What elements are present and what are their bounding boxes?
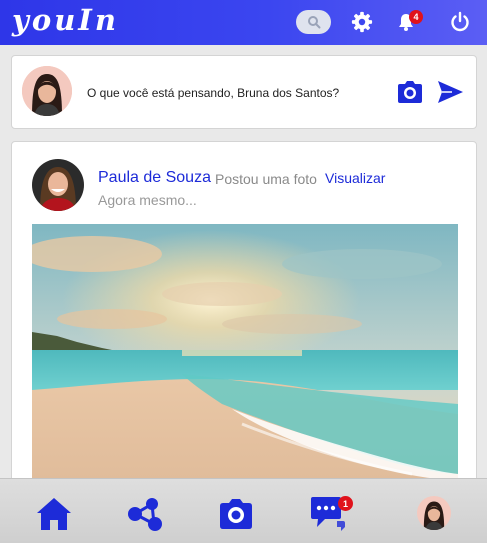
power-icon <box>451 11 469 32</box>
profile-avatar-image <box>417 496 451 530</box>
notification-badge: 4 <box>409 10 423 24</box>
search-button[interactable] <box>296 10 331 34</box>
nav-profile[interactable] <box>417 496 451 530</box>
camera-icon <box>398 81 422 103</box>
post-composer: O que você está pensando, Bruna dos Sant… <box>11 55 477 129</box>
nav-camera[interactable] <box>216 494 256 534</box>
brand-logo[interactable]: youIn <box>12 3 119 37</box>
view-post-link[interactable]: Visualizar <box>325 170 385 186</box>
add-photo-button[interactable] <box>396 80 424 104</box>
send-icon <box>438 81 463 103</box>
top-bar: youIn 4 <box>0 0 487 45</box>
author-portrait-image <box>32 159 84 211</box>
author-avatar[interactable] <box>32 159 84 211</box>
camera-icon <box>220 499 252 529</box>
messages-badge: 1 <box>338 496 353 511</box>
composer-prompt[interactable]: O que você está pensando, Bruna dos Sant… <box>87 86 339 100</box>
send-button[interactable] <box>436 78 464 106</box>
post-timestamp: Agora mesmo... <box>98 192 197 208</box>
home-icon <box>37 498 71 530</box>
post-action-text: Postou uma foto <box>215 171 317 187</box>
nav-network[interactable] <box>125 494 165 534</box>
bottom-navigation <box>0 478 487 543</box>
nav-home[interactable] <box>34 494 74 534</box>
search-icon <box>307 16 320 29</box>
post-author-name[interactable]: Paula de Souza <box>98 169 211 187</box>
logout-button[interactable] <box>448 10 472 34</box>
share-icon <box>128 498 162 531</box>
gear-icon <box>351 11 373 33</box>
settings-button[interactable] <box>350 10 374 34</box>
user-portrait-image <box>22 66 72 116</box>
avatar[interactable] <box>22 66 72 116</box>
